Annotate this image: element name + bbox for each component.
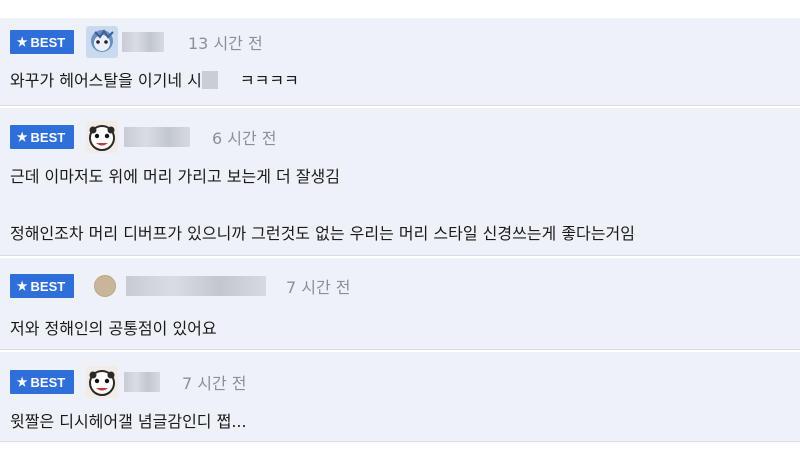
comment-item: ★ BEST 7 시간 전 저와 정해인의 공통점이 있어요 — [0, 258, 800, 350]
comment-text-part: ㅋㅋㅋㅋ — [239, 71, 299, 90]
best-badge: ★ BEST — [10, 30, 74, 54]
nickname-blurred[interactable] — [126, 276, 266, 296]
avatar-image — [86, 26, 118, 58]
timestamp: 7 시간 전 — [286, 278, 351, 297]
censored-text — [201, 71, 218, 89]
comment-text-part: 와꾸가 헤어스탈을 이기네 시 — [10, 71, 202, 90]
comment-text-line: 근데 이마저도 위에 머리 가리고 보는게 더 잘생김 — [10, 167, 341, 186]
avatar[interactable] — [86, 121, 118, 153]
nickname-blurred[interactable] — [122, 32, 164, 52]
star-icon: ★ — [16, 279, 28, 293]
nickname-blurred[interactable] — [124, 372, 160, 392]
star-icon: ★ — [16, 375, 28, 389]
comment-meta: ★ BEST 13 시간 전 — [10, 26, 263, 58]
comment-text: 와꾸가 헤어스탈을 이기네 시 ㅋㅋㅋㅋ — [10, 67, 299, 91]
best-badge-label: BEST — [30, 278, 66, 294]
best-badge: ★ BEST — [10, 370, 74, 394]
best-badge-label: BEST — [30, 129, 66, 145]
avatar[interactable] — [94, 275, 116, 297]
avatar[interactable] — [86, 26, 118, 58]
best-badge-label: BEST — [30, 374, 66, 390]
avatar-image — [86, 366, 118, 398]
comment-text-line: 윗짤은 디시헤어갤 념글감인디 쩝... — [10, 412, 247, 431]
star-icon: ★ — [16, 130, 28, 144]
comment-meta: ★ BEST 7 시간 전 — [10, 366, 247, 398]
best-badge: ★ BEST — [10, 274, 74, 298]
best-badge: ★ BEST — [10, 125, 74, 149]
comment-text-line: 정해인조차 머리 디버프가 있으니까 그런것도 없는 우리는 머리 스타일 신경… — [10, 224, 635, 243]
timestamp: 6 시간 전 — [212, 129, 277, 148]
comment-list: ★ BEST 13 시간 전 와꾸가 헤어스탈을 이기네 시 ㅋㅋㅋㅋ ★ BEST — [0, 0, 800, 474]
timestamp: 13 시간 전 — [188, 34, 263, 53]
nickname-blurred[interactable] — [124, 127, 190, 147]
avatar-image — [86, 121, 118, 153]
avatar[interactable] — [86, 366, 118, 398]
timestamp: 7 시간 전 — [182, 374, 247, 393]
best-badge-label: BEST — [30, 34, 66, 50]
comment-item: ★ BEST 6 시간 전 근데 이마저도 위에 머리 가리고 보는게 더 잘생김… — [0, 108, 800, 256]
comment-item: ★ BEST 13 시간 전 와꾸가 헤어스탈을 이기네 시 ㅋㅋㅋㅋ — [0, 18, 800, 106]
comment-text-line: 저와 정해인의 공통점이 있어요 — [10, 319, 217, 338]
comment-meta: ★ BEST 7 시간 전 — [10, 273, 351, 299]
comment-meta: ★ BEST 6 시간 전 — [10, 121, 277, 153]
comment-item: ★ BEST 7 시간 전 윗짤은 디시헤어갤 념글감인디 쩝... — [0, 352, 800, 442]
star-icon: ★ — [16, 35, 28, 49]
